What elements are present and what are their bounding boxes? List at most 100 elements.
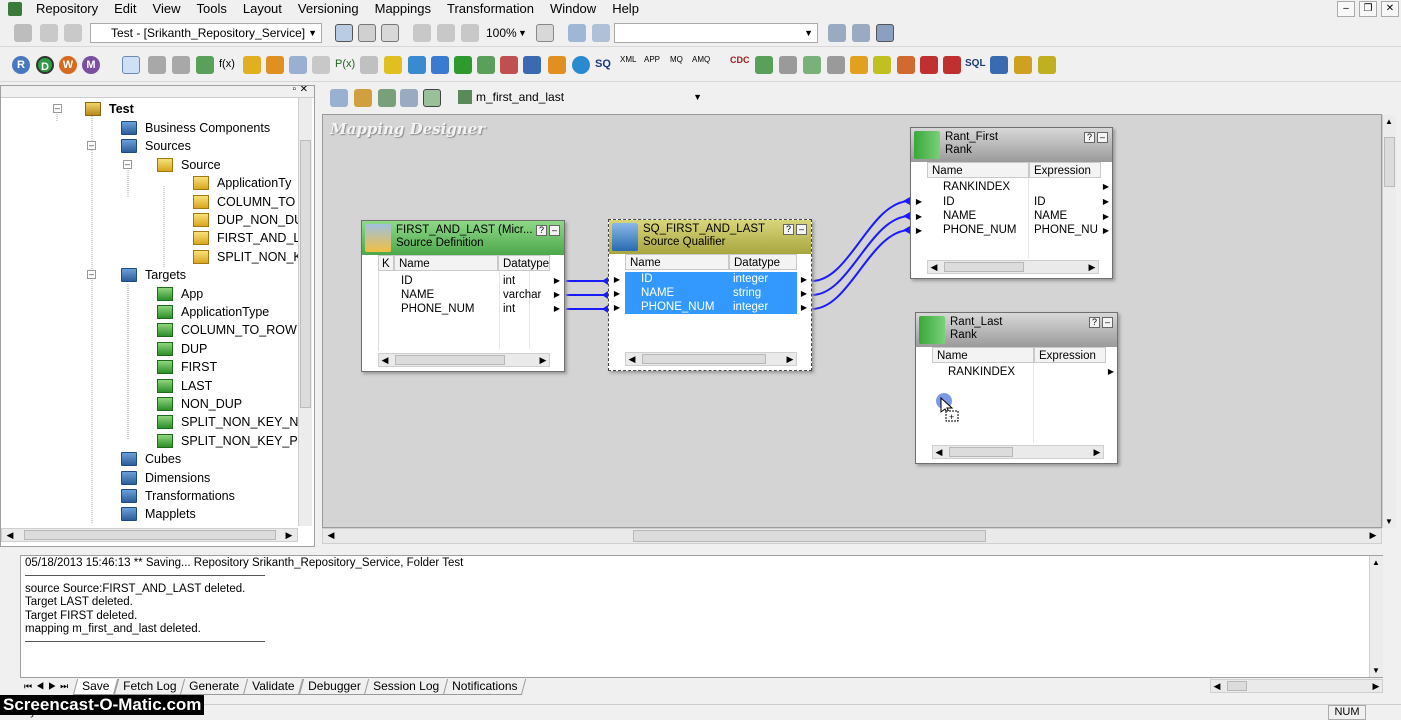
ports-scroll-thumb[interactable] (944, 262, 1024, 272)
tab-session-log[interactable]: Session Log (364, 678, 449, 695)
minimize-icon[interactable]: – (1097, 132, 1108, 143)
scroll-left-icon[interactable]: ◀ (1211, 679, 1223, 693)
output-port-icon[interactable]: ▶ (1102, 182, 1110, 192)
status-bar: Ready NUM (0, 704, 1401, 720)
ports-scroll-thumb[interactable] (642, 354, 766, 364)
source-definition-icon (365, 224, 391, 252)
minimize-icon[interactable]: – (796, 224, 807, 235)
port-name: NAME (943, 210, 977, 222)
scroll-down-icon[interactable]: ▼ (1372, 666, 1380, 675)
rank-first-type: Rank (945, 144, 972, 156)
scroll-right-icon[interactable]: ▶ (537, 353, 549, 367)
port-name: RANKINDEX (943, 181, 1011, 193)
ports-horizontal-scrollbar[interactable]: ◀ ▶ (927, 260, 1099, 274)
port-name: NAME (401, 289, 435, 301)
tab-label: Generate (189, 678, 240, 693)
output-port-icon[interactable]: ▶ (800, 275, 808, 285)
tab-nav-arrows[interactable]: ⏮◀▶⏭ (20, 681, 76, 692)
link-arrowhead (903, 212, 910, 220)
output-port-icon[interactable]: ▶ (1102, 212, 1110, 222)
minimize-icon[interactable]: – (549, 225, 560, 236)
num-lock-indicator: NUM (1328, 705, 1366, 720)
output-line: Target FIRST deleted. (25, 610, 138, 622)
output-port-icon[interactable]: ▶ (553, 290, 561, 300)
link-arrowhead (903, 226, 910, 234)
output-port-icon[interactable]: ▶ (1102, 197, 1110, 207)
port-name: NAME (641, 287, 675, 299)
tab-notifications[interactable]: Notifications (443, 678, 527, 695)
output-panel: 05/18/2013 15:46:13 ** Saving... Reposit… (20, 555, 1383, 678)
scroll-left-icon[interactable]: ◀ (626, 352, 638, 366)
port-datatype: int (503, 303, 516, 315)
output-port-icon[interactable]: ▶ (800, 289, 808, 299)
help-icon[interactable]: ? (536, 225, 547, 236)
port-datatype: varchar (503, 289, 542, 301)
expression-column-header: Expression (1029, 162, 1101, 178)
ports-horizontal-scrollbar[interactable]: ◀ ▶ (378, 353, 550, 367)
help-icon[interactable]: ? (783, 224, 794, 235)
tab-label: Notifications (452, 678, 518, 693)
rank-last-header[interactable]: Rant_Last Rank ? – (916, 313, 1117, 347)
port-name: RANKINDEX (948, 366, 1016, 378)
scroll-left-icon[interactable]: ◀ (928, 260, 940, 274)
scroll-left-icon[interactable]: ◀ (933, 445, 945, 459)
scroll-right-icon[interactable]: ▶ (1370, 679, 1382, 693)
ports-horizontal-scrollbar[interactable]: ◀ ▶ (932, 445, 1104, 459)
tab-save[interactable]: Save (73, 678, 119, 695)
tab-label: Save (82, 678, 110, 693)
tab-debugger[interactable]: Debugger (298, 678, 370, 695)
scroll-right-icon[interactable]: ▶ (1091, 445, 1103, 459)
tab-fetch-log[interactable]: Fetch Log (113, 678, 186, 695)
output-port-icon[interactable]: ▶ (800, 303, 808, 313)
expression-column-header: Expression (1034, 347, 1106, 363)
ports-horizontal-scrollbar[interactable]: ◀ ▶ (625, 352, 797, 366)
output-port-icon[interactable]: ▶ (1107, 367, 1115, 377)
minimize-icon[interactable]: – (1102, 317, 1113, 328)
key-column-header: K (378, 255, 394, 271)
input-port-icon[interactable]: ▶ (915, 212, 923, 222)
input-port-icon[interactable]: ▶ (613, 289, 621, 299)
input-port-icon[interactable]: ▶ (613, 303, 621, 313)
output-line: 05/18/2013 15:46:13 ** Saving... Reposit… (25, 557, 464, 569)
name-column-header: Name (932, 347, 1034, 363)
tab-generate[interactable]: Generate (179, 678, 249, 695)
output-hscroll-thumb[interactable] (1227, 681, 1247, 691)
source-qualifier-icon (612, 223, 638, 251)
rank-first-header[interactable]: Rant_First Rank ? – (911, 128, 1112, 162)
scroll-up-icon[interactable]: ▲ (1372, 558, 1380, 567)
port-datatype: int (503, 275, 516, 287)
output-line: mapping m_first_and_last deleted. (25, 623, 201, 635)
output-line: Target LAST deleted. (25, 596, 133, 608)
input-port-icon[interactable]: ▶ (613, 275, 621, 285)
rank-last[interactable]: Rant_Last Rank ? – Name Expression RANKIN… (915, 312, 1118, 464)
tab-label: Session Log (373, 678, 440, 693)
output-separator (25, 575, 265, 576)
help-icon[interactable]: ? (1084, 132, 1095, 143)
source-qualifier-header[interactable]: SQ_FIRST_AND_LAST Source Qualifier ? – (609, 220, 811, 254)
tab-validate[interactable]: Validate (242, 678, 304, 695)
scroll-left-icon[interactable]: ◀ (379, 353, 391, 367)
name-column-header: Name (625, 254, 729, 270)
help-icon[interactable]: ? (1089, 317, 1100, 328)
output-tabs: ⏮◀▶⏭ Save Fetch Log Generate Validate De… (20, 678, 527, 695)
source-definition-header[interactable]: FIRST_AND_LAST (Micr... Source Definitio… (362, 221, 564, 255)
scroll-right-icon[interactable]: ▶ (1086, 260, 1098, 274)
output-port-icon[interactable]: ▶ (1102, 226, 1110, 236)
watermark: Screencast-O-Matic.com (0, 695, 205, 715)
link-phone-sq-rank[interactable] (811, 229, 911, 310)
output-port-icon[interactable]: ▶ (553, 304, 561, 314)
source-definition[interactable]: FIRST_AND_LAST (Micr... Source Definitio… (361, 220, 565, 372)
rank-first[interactable]: Rant_First Rank ? – Name Expression RANKI… (910, 127, 1113, 279)
ports-scroll-thumb[interactable] (395, 355, 505, 365)
input-port-icon[interactable]: ▶ (915, 226, 923, 236)
output-vertical-scrollbar[interactable]: ▲ ▼ (1369, 556, 1383, 677)
output-port-icon[interactable]: ▶ (553, 276, 561, 286)
datatype-column-header: Datatype (498, 255, 550, 271)
link-name-sq-rank[interactable] (811, 215, 911, 296)
output-horizontal-scrollbar[interactable]: ◀ ▶ (1210, 679, 1383, 693)
port-expression: ID (1034, 196, 1046, 208)
input-port-icon[interactable]: ▶ (915, 197, 923, 207)
ports-scroll-thumb[interactable] (949, 447, 1013, 457)
source-qualifier[interactable]: SQ_FIRST_AND_LAST Source Qualifier ? – Na… (608, 219, 812, 371)
scroll-right-icon[interactable]: ▶ (784, 352, 796, 366)
